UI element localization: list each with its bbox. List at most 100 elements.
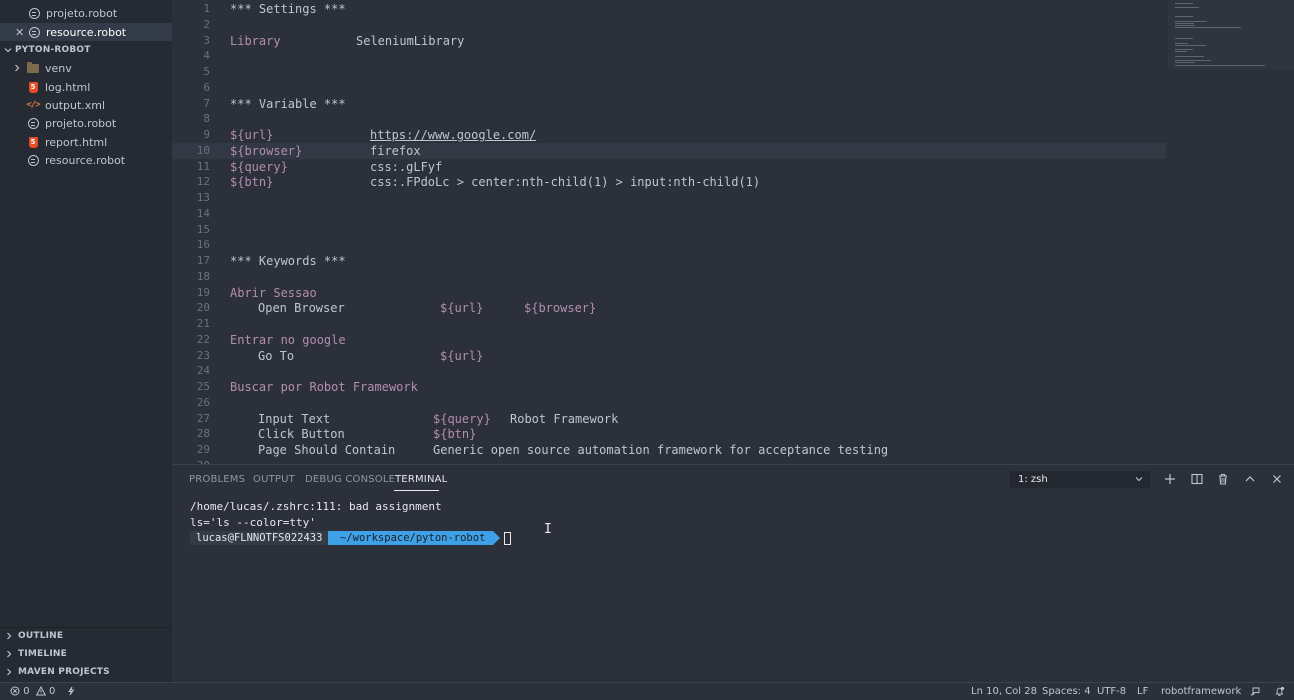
tree-item-label: venv [45, 61, 72, 75]
code-line[interactable]: 21 [172, 316, 1294, 332]
timeline-section[interactable]: TIMELINE [0, 645, 172, 663]
code-line[interactable]: 10 ${browser} firefox [172, 142, 1166, 159]
code-line[interactable]: 29 Page Should Contain Generic open source… [172, 442, 1294, 458]
line-number: 1 [203, 2, 210, 15]
tree-item-projeto-robot[interactable]: projeto.robot [0, 114, 172, 132]
problems-indicator[interactable]: 0 0 [10, 686, 55, 697]
code-content [230, 17, 1160, 33]
robot-file-icon [27, 117, 39, 129]
end-of-line[interactable]: LF [1137, 686, 1148, 697]
line-number: 12 [196, 175, 210, 189]
tab-terminal[interactable]: TERMINAL [395, 474, 447, 485]
robot-file-icon [27, 154, 39, 166]
line-number: 3 [203, 33, 210, 47]
html5-icon: 5 [27, 136, 39, 148]
tree-item-resource-robot[interactable]: resource.robot [0, 151, 172, 169]
code-content [230, 237, 1160, 253]
terminal-select[interactable]: 1: zsh [1010, 471, 1150, 488]
code-content: Library SeleniumLibrary [230, 33, 1160, 49]
line-number: 24 [196, 364, 210, 378]
code-content: Input Text ${query} Robot Framework [230, 411, 1160, 427]
open-editor-projeto[interactable]: projeto.robot [0, 4, 172, 22]
keyword-step: Page Should Contain [258, 443, 396, 457]
code-line[interactable]: 15 [172, 222, 1294, 238]
tree-item-label: report.html [45, 135, 108, 149]
tree-item-label: output.xml [45, 98, 106, 112]
code-line[interactable]: 9 ${url} https://www.google.com/ [172, 127, 1294, 143]
code-line[interactable]: 14 [172, 206, 1294, 222]
minimap-line [1175, 42, 1189, 44]
code-line[interactable]: 5 [172, 64, 1294, 80]
close-icon[interactable]: ✕ [15, 27, 25, 38]
code-line[interactable]: 24 [172, 363, 1294, 379]
keyword-argument: ${browser} [524, 301, 597, 316]
new-terminal-button[interactable] [1162, 471, 1178, 487]
minimap-line [1175, 22, 1194, 24]
code-line[interactable]: 6 [172, 80, 1294, 96]
keyword-step: Open Browser [258, 301, 345, 316]
tree-item-label: projeto.robot [45, 116, 117, 130]
code-line[interactable]: 26 [172, 395, 1294, 411]
code-content: *** Variable *** [230, 96, 1160, 112]
outline-section[interactable]: OUTLINE [0, 627, 172, 645]
code-line[interactable]: 20 Open Browser ${url} ${browser} [172, 300, 1294, 316]
mouse-ibeam-cursor: I [544, 522, 552, 537]
cursor-position[interactable]: Ln 10, Col 28 [971, 686, 1037, 697]
open-editor-resource[interactable]: ✕ resource.robot [0, 23, 172, 41]
minimap[interactable] [1172, 0, 1290, 80]
language-mode[interactable]: robotframework [1161, 686, 1241, 697]
code-line[interactable]: 8 [172, 111, 1294, 127]
code-line[interactable]: 18 [172, 269, 1294, 285]
feedback-icon[interactable] [1250, 686, 1261, 698]
code-line[interactable]: 28 Click Button ${btn} [172, 426, 1294, 442]
code-line[interactable]: 23 Go To ${url} [172, 348, 1294, 364]
code-editor[interactable]: 1 *** Settings *** 2 3 Library SeleniumLibrar… [172, 0, 1294, 464]
code-line[interactable]: 25 Buscar por Robot Framework [172, 379, 1294, 395]
tree-item-log-html[interactable]: 5 log.html [0, 78, 172, 96]
tree-item-report-html[interactable]: 5 report.html [0, 133, 172, 151]
code-line[interactable]: 19 Abrir Sessao [172, 285, 1294, 301]
code-line[interactable]: 3 Library SeleniumLibrary [172, 33, 1294, 49]
code-content [230, 111, 1160, 127]
notifications-bell-icon[interactable] [1274, 686, 1285, 698]
code-line[interactable]: 2 [172, 17, 1294, 33]
kill-terminal-button[interactable] [1215, 471, 1231, 487]
code-content [230, 206, 1160, 222]
variable-name: ${url} [230, 128, 274, 142]
variable-value: css:.gLFyf [370, 159, 443, 174]
split-terminal-button[interactable] [1189, 471, 1205, 487]
code-line[interactable]: 1 *** Settings *** [172, 1, 1294, 17]
code-content [230, 48, 1160, 64]
code-line[interactable]: 13 [172, 190, 1294, 206]
code-line[interactable]: 22 Entrar no google [172, 332, 1294, 348]
code-line[interactable]: 12 ${btn} css:.FPdoLc > center:nth-child(1… [172, 174, 1294, 190]
code-line[interactable]: 11 ${query} css:.gLFyf [172, 159, 1294, 175]
plus-icon [1165, 474, 1175, 484]
chevron-up-icon [1245, 476, 1255, 482]
code-line[interactable]: 27 Input Text ${query} Robot Framework [172, 411, 1294, 427]
tree-item-label: log.html [45, 80, 91, 94]
live-share-icon[interactable] [66, 686, 76, 697]
chevron-right-icon [4, 631, 14, 641]
variable-name: ${query} [230, 159, 288, 174]
tab-problems[interactable]: PROBLEMS [189, 474, 245, 485]
trash-icon [1219, 473, 1227, 485]
tab-output[interactable]: OUTPUT [253, 474, 295, 485]
code-line[interactable]: 7 *** Variable *** [172, 96, 1294, 112]
encoding[interactable]: UTF-8 [1097, 686, 1126, 697]
code-line[interactable]: 17 *** Keywords *** [172, 253, 1294, 269]
code-line[interactable]: 4 [172, 48, 1294, 64]
indentation[interactable]: Spaces: 4 [1042, 686, 1091, 697]
maven-projects-section[interactable]: MAVEN PROJECTS [0, 663, 172, 681]
terminal-output-line: /home/lucas/.zshrc:111: bad assignment [190, 500, 442, 513]
tree-item-output-xml[interactable]: </> output.xml [0, 96, 172, 114]
tree-item-venv[interactable]: venv [0, 59, 172, 77]
keyword-argument: ${url} [440, 301, 484, 316]
maximize-panel-button[interactable] [1242, 471, 1258, 487]
close-panel-button[interactable] [1269, 471, 1285, 487]
code-line[interactable]: 16 [172, 237, 1294, 253]
tab-debug-console[interactable]: DEBUG CONSOLE [305, 474, 395, 485]
project-folder-header[interactable]: PYTON-ROBOT [0, 41, 172, 59]
variable-value: https://www.google.com/ [370, 128, 537, 142]
code-content [230, 80, 1160, 96]
